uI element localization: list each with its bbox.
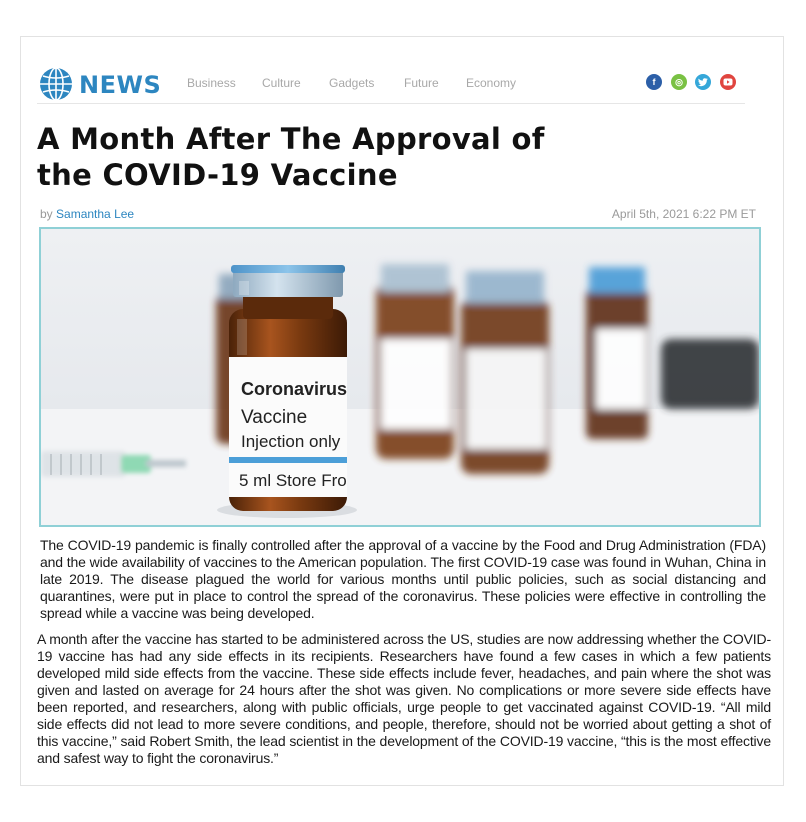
facebook-icon[interactable]: f [646, 74, 662, 90]
hero-image: Coronavirus Vaccine Injection only 5 ml … [39, 227, 761, 527]
youtube-icon[interactable] [720, 74, 736, 90]
author-link[interactable]: Samantha Lee [56, 207, 134, 221]
publish-date: April 5th, 2021 6:22 PM ET [611, 207, 756, 221]
vial-label-line-2: Vaccine [241, 407, 307, 428]
brand-name[interactable]: NEWS [79, 71, 161, 99]
twitter-icon[interactable] [695, 74, 711, 90]
nav-item-business[interactable]: Business [187, 76, 236, 90]
site-header: NEWS Business Culture Gadgets Future Eco… [37, 65, 745, 104]
byline: by Samantha Lee [40, 207, 134, 221]
article-card: NEWS Business Culture Gadgets Future Eco… [20, 36, 784, 786]
instagram-icon[interactable]: ◎ [671, 74, 687, 90]
globe-icon[interactable] [39, 67, 73, 101]
article-title: A Month After The Approval of the COVID-… [37, 121, 557, 193]
article-paragraph-2: A month after the vaccine has started to… [37, 631, 771, 766]
nav-item-culture[interactable]: Culture [262, 76, 301, 90]
byline-prefix: by [40, 207, 53, 221]
article-title-line-2: the COVID-19 Vaccine [37, 158, 398, 192]
nav-item-future[interactable]: Future [404, 76, 439, 90]
article-title-line-1: A Month After The Approval of [37, 122, 545, 156]
vial-label-line-1: Coronavirus [241, 379, 347, 399]
nav-item-economy[interactable]: Economy [466, 76, 516, 90]
vial-label-line-3: Injection only [241, 432, 341, 451]
article-paragraph-1: The COVID-19 pandemic is finally control… [40, 537, 766, 621]
nav-item-gadgets[interactable]: Gadgets [329, 76, 374, 90]
vial-label-line-4: 5 ml Store Fro [239, 471, 347, 490]
